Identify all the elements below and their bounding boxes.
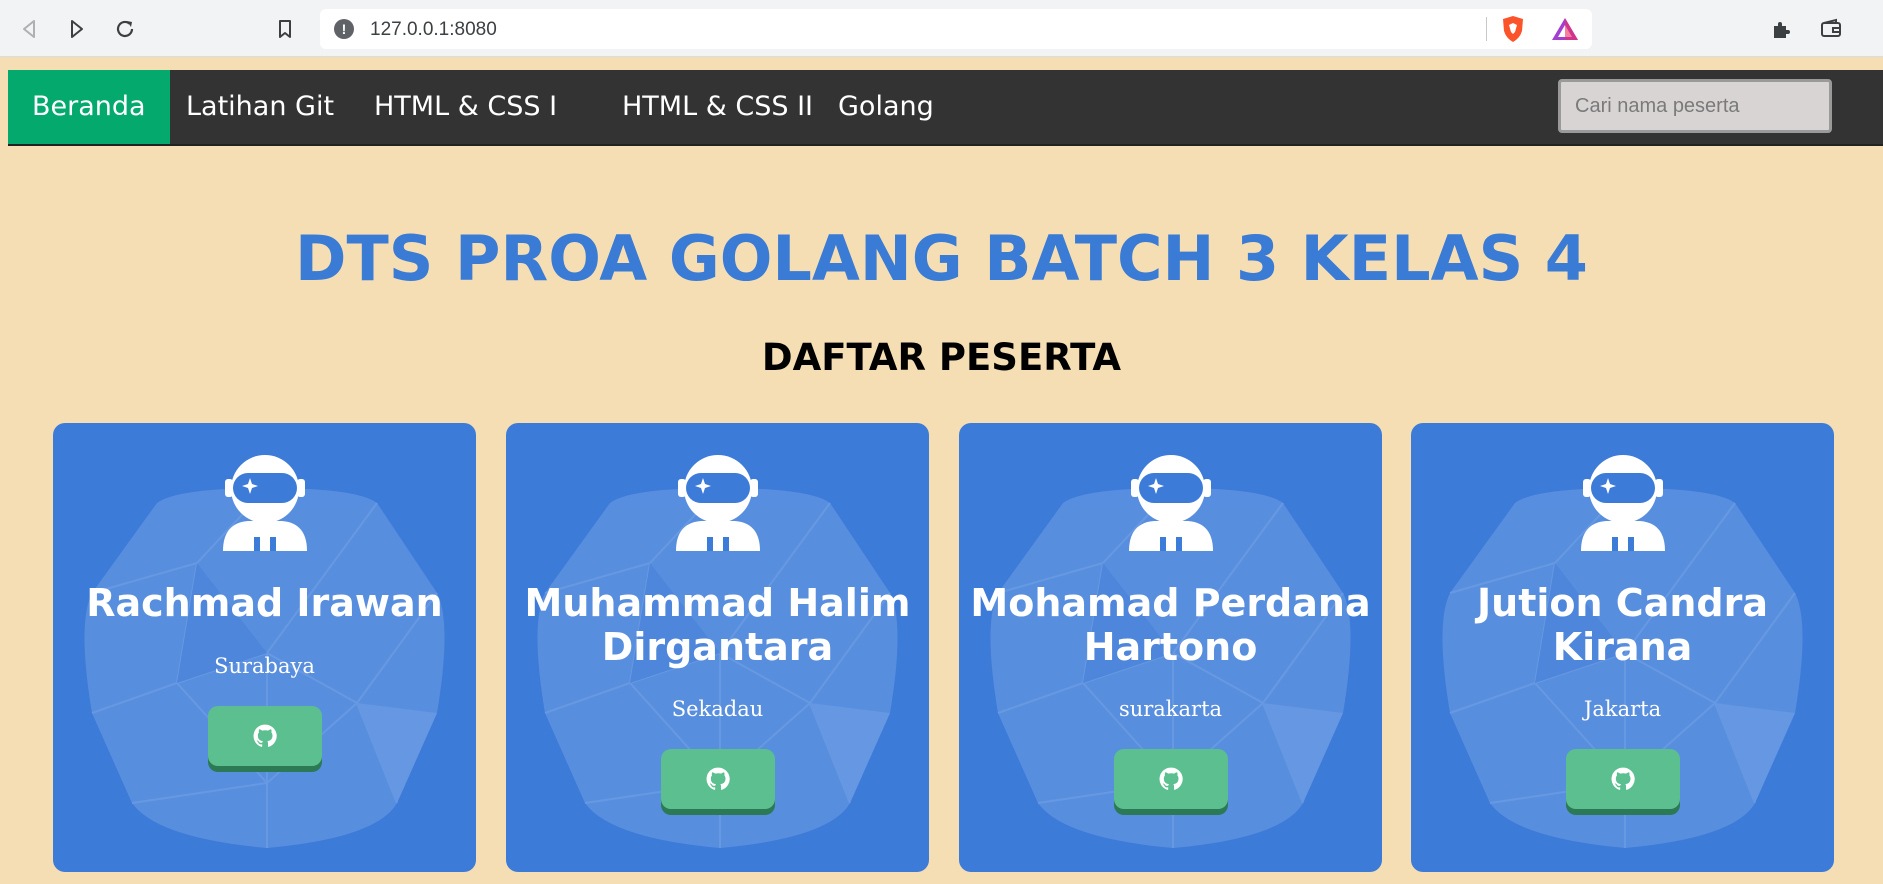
site-info-icon[interactable]: ! [334, 19, 354, 39]
puzzle-piece-icon [1774, 22, 1790, 38]
astronaut-icon [1128, 455, 1213, 551]
reload-icon [116, 20, 134, 38]
wallet-icon [1821, 18, 1841, 37]
astronaut-icon [675, 455, 760, 551]
participant-card: Jution Candra Kirana Jakarta [1411, 423, 1834, 872]
participant-city: Jakarta [1583, 697, 1662, 721]
astronaut-icon [222, 455, 307, 551]
participant-name: Rachmad Irawan [86, 581, 443, 625]
wallet-button[interactable] [1814, 12, 1848, 46]
browser-toolbar: ! 127.0.0.1:8080 [0, 0, 1883, 57]
bookmark-icon [279, 20, 291, 38]
participant-city: Sekadau [671, 697, 764, 721]
brave-rewards-icon[interactable] [1550, 16, 1580, 42]
participant-name: Muhammad Halim Dirgantara [524, 581, 911, 669]
participant-name: Mohamad Perdana Hartono [970, 581, 1371, 669]
back-button[interactable] [12, 12, 46, 46]
participant-card: Mohamad Perdana Hartono surakarta [959, 423, 1382, 872]
github-button[interactable] [207, 706, 322, 766]
nav-link-golang[interactable]: Golang [814, 70, 958, 144]
back-arrow-icon [23, 20, 35, 38]
github-icon [1159, 767, 1183, 790]
participant-name: Jution Candra Kirana [1477, 581, 1768, 669]
address-bar[interactable]: ! 127.0.0.1:8080 [320, 9, 1592, 49]
top-navbar: Beranda Latihan Git HTML & CSS I HTML & … [8, 70, 1883, 146]
address-bar-divider [1486, 17, 1487, 41]
bookmark-button[interactable] [268, 12, 302, 46]
github-icon [253, 724, 277, 747]
nav-link-latihan-git[interactable]: Latihan Git [162, 70, 358, 144]
brave-shield-icon[interactable] [1500, 15, 1526, 43]
forward-button[interactable] [60, 12, 94, 46]
participant-card: Muhammad Halim Dirgantara Sekadau [506, 423, 929, 872]
reload-button[interactable] [108, 12, 142, 46]
section-title: DAFTAR PESERTA [761, 336, 1122, 379]
github-button[interactable] [1113, 749, 1228, 809]
url-text[interactable]: 127.0.0.1:8080 [370, 19, 497, 41]
nav-link-html-css-1[interactable]: HTML & CSS I [350, 70, 581, 144]
astronaut-icon [1580, 455, 1665, 551]
participant-card: Rachmad Irawan Surabaya [53, 423, 476, 872]
github-button[interactable] [660, 749, 775, 809]
search-input[interactable] [1558, 79, 1832, 133]
forward-arrow-icon [71, 20, 83, 38]
page-title: DTS PROA GOLANG BATCH 3 KELAS 4 [295, 222, 1588, 295]
github-icon [706, 767, 730, 790]
nav-link-beranda[interactable]: Beranda [8, 70, 170, 144]
extensions-button[interactable] [1764, 12, 1798, 46]
nav-link-html-css-2[interactable]: HTML & CSS II [598, 70, 837, 144]
github-button[interactable] [1565, 749, 1680, 809]
github-icon [1611, 767, 1635, 790]
participant-city: Surabaya [214, 654, 315, 678]
participant-city: surakarta [1118, 697, 1223, 721]
